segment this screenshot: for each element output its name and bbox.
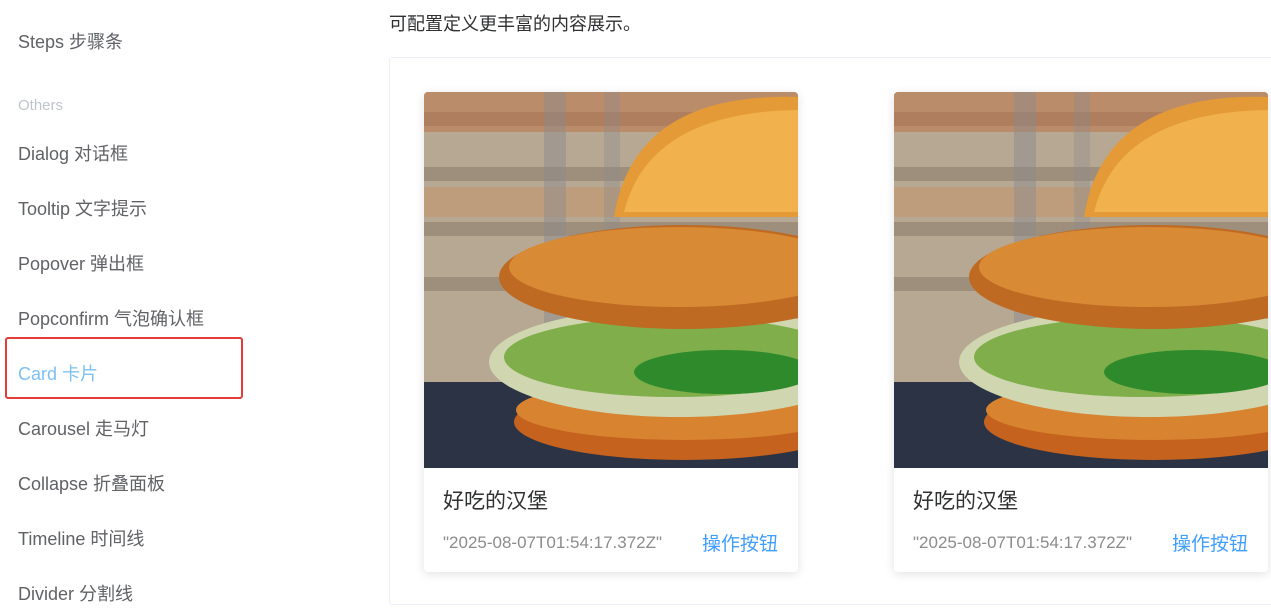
section-description: 可配置定义更丰富的内容展示。: [389, 14, 641, 34]
sidebar-item-popconfirm[interactable]: Popconfirm 气泡确认框: [18, 305, 204, 331]
card: 好吃的汉堡 "2025-08-07T01:54:17.372Z" 操作按钮: [894, 92, 1268, 572]
action-button[interactable]: 操作按钮: [1172, 529, 1248, 556]
sidebar-item-popover[interactable]: Popover 弹出框: [18, 250, 144, 276]
sidebar-item-dialog[interactable]: Dialog 对话框: [18, 140, 128, 166]
card-meta: "2025-08-07T01:54:17.372Z" 操作按钮: [443, 529, 778, 556]
sidebar-item-steps[interactable]: Steps 步骤条: [18, 28, 123, 54]
sidebar-item-tooltip[interactable]: Tooltip 文字提示: [18, 195, 147, 221]
sidebar-item-timeline[interactable]: Timeline 时间线: [18, 525, 144, 551]
sidebar-nav: Steps 步骤条 Others Dialog 对话框 Tooltip 文字提示…: [0, 0, 360, 609]
burger-image: [894, 92, 1268, 468]
card-meta: "2025-08-07T01:54:17.372Z" 操作按钮: [913, 529, 1248, 556]
sidebar-item-carousel[interactable]: Carousel 走马灯: [18, 415, 149, 441]
card-title: 好吃的汉堡: [443, 490, 548, 513]
burger-image: [424, 92, 798, 468]
card-body: 好吃的汉堡 "2025-08-07T01:54:17.372Z" 操作按钮: [894, 468, 1268, 556]
card-body: 好吃的汉堡 "2025-08-07T01:54:17.372Z" 操作按钮: [424, 468, 798, 556]
sidebar-item-collapse[interactable]: Collapse 折叠面板: [18, 470, 165, 496]
action-button[interactable]: 操作按钮: [702, 529, 778, 556]
card-title: 好吃的汉堡: [913, 490, 1018, 513]
card-timestamp: "2025-08-07T01:54:17.372Z": [913, 532, 1133, 552]
sidebar-item-card[interactable]: Card 卡片: [18, 360, 98, 386]
sidebar-item-divider[interactable]: Divider 分割线: [18, 580, 133, 606]
card: 好吃的汉堡 "2025-08-07T01:54:17.372Z" 操作按钮: [424, 92, 798, 572]
sidebar-group-title-others: Others: [18, 97, 64, 114]
card-timestamp: "2025-08-07T01:54:17.372Z": [443, 532, 663, 552]
